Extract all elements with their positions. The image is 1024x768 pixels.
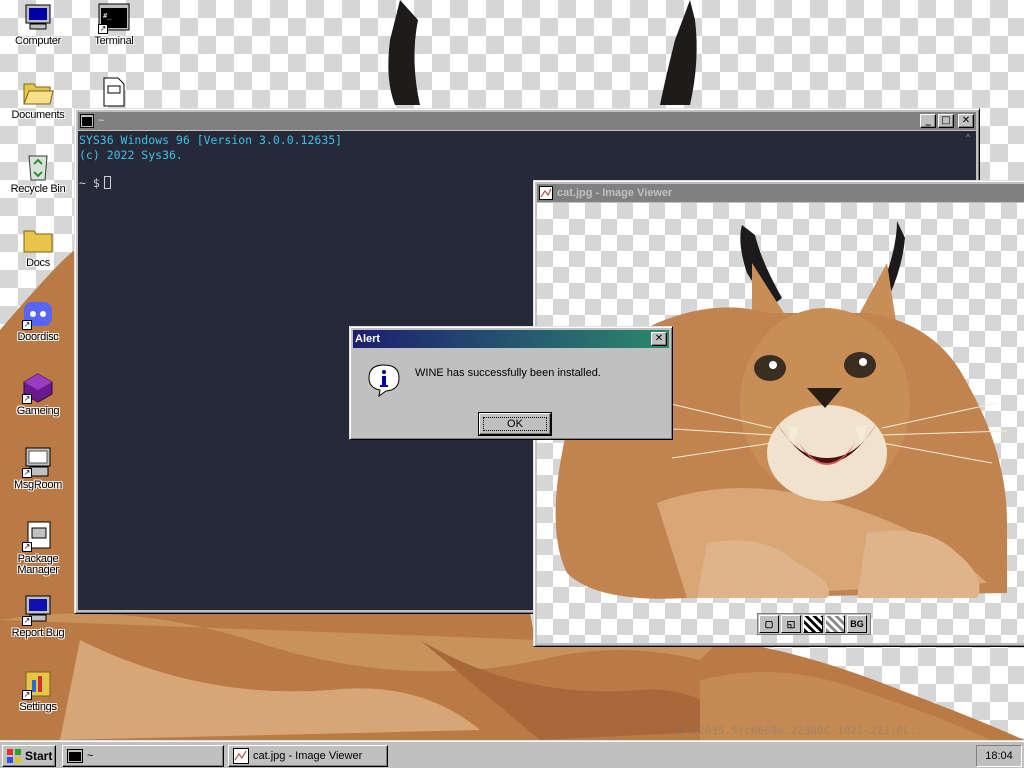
- start-label: Start: [25, 749, 53, 763]
- desktop-icon-label: Doordisc: [17, 331, 59, 343]
- terminal-title: ~: [98, 115, 105, 127]
- actual-size-icon[interactable]: ◱: [781, 615, 801, 633]
- shortcut-arrow-icon: ↗: [22, 394, 32, 404]
- taskbar-item-terminal[interactable]: ~: [62, 745, 224, 767]
- image-viewer-icon: [539, 186, 553, 200]
- image-viewer-toolbar: ▢ ◱ BG: [757, 613, 871, 635]
- minimize-button[interactable]: _: [920, 114, 936, 128]
- taskbar-item-label: cat.jpg - Image Viewer: [253, 750, 363, 762]
- desktop-icon-label: Settings: [19, 701, 57, 713]
- terminal-line: SYS36 Windows 96 [Version 3.0.0.12635]: [79, 133, 343, 147]
- focus-ring: [483, 417, 547, 431]
- alert-body: WINE has successfully been installed. OK: [353, 349, 669, 436]
- close-button[interactable]: ✕: [958, 114, 974, 128]
- alert-message: WINE has successfully been installed.: [415, 367, 601, 379]
- fit-icon[interactable]: ▢: [759, 615, 779, 633]
- checker-bg-alt-icon[interactable]: [825, 615, 845, 633]
- shortcut-arrow-icon: ↗: [22, 542, 32, 552]
- taskbar: Start ~ cat.jpg - Image Viewer 18:04: [0, 740, 1024, 768]
- image-viewer-titlebar[interactable]: cat.jpg - Image Viewer: [537, 184, 1024, 202]
- desktop-icon-msgroom[interactable]: ↗ MsgRoom: [0, 446, 76, 491]
- alert-title: Alert: [355, 333, 381, 345]
- desktop-icon-label: Gameing: [16, 405, 60, 417]
- image-viewer-title: cat.jpg - Image Viewer: [557, 187, 673, 199]
- clock[interactable]: 18:04: [976, 745, 1022, 767]
- windows-logo-icon: [7, 749, 21, 763]
- terminal-titlebar[interactable]: ~ _ □ ✕: [78, 112, 976, 130]
- desktop-icon-label: Report Bug: [11, 627, 65, 639]
- ok-button[interactable]: OK: [479, 413, 551, 435]
- alert-dialog[interactable]: Alert ✕ WINE has successfully been insta…: [349, 326, 673, 440]
- close-button[interactable]: ✕: [651, 332, 667, 346]
- desktop-icon-label: Documents: [11, 109, 65, 121]
- desktop-icon-gameing[interactable]: ↗ Gameing: [0, 372, 76, 417]
- maximize-button[interactable]: □: [938, 114, 954, 128]
- build-watermark: d 12635.5fc6668e.2238DC-1021-22J.PL...: [678, 724, 930, 737]
- checker-bg-icon[interactable]: [803, 615, 823, 633]
- desktop-icon-notepad[interactable]: [76, 76, 152, 110]
- desktop-icon-computer[interactable]: Computer: [0, 2, 76, 47]
- desktop-icon-documents[interactable]: Documents: [0, 76, 76, 121]
- desktop-icon-label: MsgRoom: [13, 479, 63, 491]
- taskbar-item-label: ~: [87, 750, 94, 762]
- info-icon: [368, 364, 400, 397]
- desktop-icon-terminal[interactable]: #_ ↗ Terminal: [76, 2, 152, 47]
- shortcut-arrow-icon: ↗: [22, 616, 32, 626]
- desktop-icon-label: Package Manager: [17, 553, 59, 576]
- desktop-icon-report-bug[interactable]: ↗ Report Bug: [0, 594, 76, 639]
- document-icon: [103, 77, 125, 107]
- shortcut-arrow-icon: ↗: [98, 24, 108, 34]
- desktop-icon-recycle-bin[interactable]: Recycle Bin: [0, 150, 76, 195]
- shortcut-arrow-icon: ↗: [22, 468, 32, 478]
- taskbar-item-image-viewer[interactable]: cat.jpg - Image Viewer: [228, 745, 388, 767]
- desktop-icon-label: Recycle Bin: [10, 183, 66, 195]
- prompt-text: ~ $: [79, 176, 100, 190]
- folder-open-icon: [23, 83, 54, 105]
- start-button[interactable]: Start: [2, 745, 56, 767]
- terminal-cursor: [103, 176, 111, 189]
- desktop-icon-settings[interactable]: ↗ Settings: [0, 668, 76, 713]
- image-viewer-icon: [233, 748, 249, 764]
- desktop-icon-docs[interactable]: Docs: [0, 224, 76, 269]
- desktop-icon-package-manager[interactable]: ↗ Package Manager: [0, 520, 76, 576]
- desktop-icon-doordisc[interactable]: ↗ Doordisc: [0, 298, 76, 343]
- alert-titlebar[interactable]: Alert ✕: [353, 330, 669, 348]
- computer-icon: [25, 4, 51, 30]
- svg-text:#_: #_: [103, 12, 112, 20]
- bg-button[interactable]: BG: [847, 615, 867, 633]
- recycle-bin-icon: [28, 155, 48, 181]
- terminal-icon: [67, 749, 83, 763]
- shortcut-arrow-icon: ↗: [22, 690, 32, 700]
- terminal-icon: [80, 114, 94, 128]
- desktop-icon-label: Docs: [26, 257, 50, 269]
- shortcut-arrow-icon: ↗: [22, 320, 32, 330]
- terminal-line: (c) 2022 Sys36.: [79, 148, 183, 162]
- scroll-up-icon[interactable]: ⌃: [960, 131, 976, 147]
- desktop-icon-label: Computer: [15, 35, 61, 47]
- folder-icon: [23, 230, 53, 253]
- desktop-icon-label: Terminal: [94, 35, 134, 47]
